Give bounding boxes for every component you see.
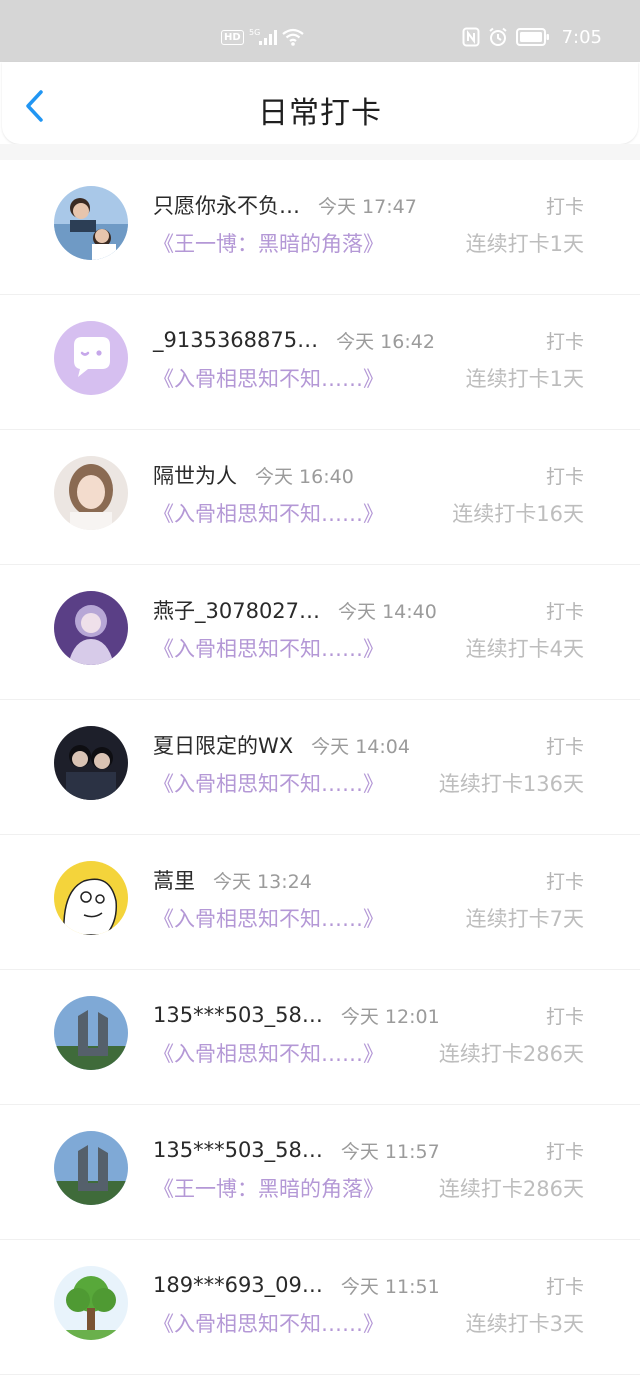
checkin-time: 今天 11:57	[340, 1140, 440, 1163]
user-name[interactable]: _9135368875…	[153, 328, 318, 352]
user-name[interactable]: 燕子_3078027…	[153, 595, 320, 625]
user-avatar[interactable]	[54, 456, 128, 530]
checkin-time: 今天 12:01	[340, 1005, 440, 1028]
streak-count: 连续打卡1天	[465, 232, 584, 256]
checkin-label: 打卡	[545, 600, 584, 623]
streak-count: 连续打卡3天	[465, 1312, 584, 1336]
user-avatar[interactable]	[54, 186, 128, 260]
book-title-link[interactable]: 《入骨相思知不知……》	[153, 633, 384, 663]
user-avatar[interactable]	[54, 726, 128, 800]
user-name[interactable]: 135***503_58…	[153, 1003, 323, 1027]
list-item[interactable]: _9135368875… 今天 16:42 打卡 《入骨相思知不知……》 连续打…	[0, 295, 640, 430]
list-item[interactable]: 隔世为人 今天 16:40 打卡 《入骨相思知不知……》 连续打卡16天	[0, 430, 640, 565]
header-divider	[0, 144, 640, 160]
checkin-time: 今天 13:24	[213, 870, 312, 893]
network-type-label: 5G	[249, 28, 260, 37]
list-item[interactable]: 189***693_09… 今天 11:51 打卡 《入骨相思知不知……》 连续…	[0, 1240, 640, 1375]
user-avatar[interactable]	[54, 1131, 128, 1205]
nfc-icon	[462, 27, 480, 47]
checkin-time: 今天 14:40	[338, 600, 437, 623]
checkin-label: 打卡	[545, 195, 584, 218]
checkin-time: 今天 16:42	[336, 330, 435, 353]
checkin-list[interactable]: 只愿你永不负… 今天 17:47 打卡 《王一博：黑暗的角落》 连续打卡1天 _…	[0, 160, 640, 1375]
list-item[interactable]: 只愿你永不负… 今天 17:47 打卡 《王一博：黑暗的角落》 连续打卡1天	[0, 160, 640, 295]
status-icons: 7:05	[462, 26, 602, 48]
user-avatar[interactable]	[54, 591, 128, 665]
user-name[interactable]: 隔世为人	[153, 460, 237, 490]
battery-icon	[515, 28, 549, 46]
book-title-link[interactable]: 《入骨相思知不知……》	[153, 1308, 384, 1338]
checkin-label: 打卡	[545, 1140, 584, 1163]
book-title-link[interactable]: 《王一博：黑暗的角落》	[153, 1173, 384, 1203]
signal-icon: 5G	[249, 28, 277, 45]
user-name[interactable]: 夏日限定的WX	[153, 730, 293, 760]
user-avatar[interactable]	[54, 996, 128, 1070]
hd-badge: HD	[221, 29, 244, 45]
user-avatar[interactable]	[54, 321, 128, 395]
streak-count: 连续打卡7天	[465, 907, 584, 931]
user-name[interactable]: 蒿里	[153, 865, 195, 895]
user-avatar[interactable]	[54, 861, 128, 935]
wifi-icon	[281, 28, 304, 46]
status-bar: HD 5G 7:05	[0, 0, 640, 62]
book-title-link[interactable]: 《入骨相思知不知……》	[153, 768, 384, 798]
user-name[interactable]: 135***503_58…	[153, 1138, 323, 1162]
list-item[interactable]: 135***503_58… 今天 12:01 打卡 《入骨相思知不知……》 连续…	[0, 970, 640, 1105]
book-title-link[interactable]: 《入骨相思知不知……》	[153, 903, 384, 933]
list-item[interactable]: 蒿里 今天 13:24 打卡 《入骨相思知不知……》 连续打卡7天	[0, 835, 640, 970]
checkin-time: 今天 11:51	[340, 1275, 440, 1298]
checkin-label: 打卡	[545, 330, 584, 353]
checkin-label: 打卡	[545, 1275, 584, 1298]
streak-count: 连续打卡1天	[465, 367, 584, 391]
list-item[interactable]: 燕子_3078027… 今天 14:40 打卡 《入骨相思知不知……》 连续打卡…	[0, 565, 640, 700]
checkin-time: 今天 17:47	[318, 195, 417, 218]
book-title-link[interactable]: 《入骨相思知不知……》	[153, 363, 384, 393]
clock: 7:05	[561, 26, 602, 48]
user-name[interactable]: 只愿你永不负…	[153, 190, 300, 220]
alarm-icon	[488, 27, 507, 46]
network-indicators: HD 5G	[221, 27, 304, 47]
checkin-time: 今天 16:40	[255, 465, 354, 488]
streak-count: 连续打卡136天	[438, 772, 584, 796]
book-title-link[interactable]: 《入骨相思知不知……》	[153, 498, 384, 528]
streak-count: 连续打卡286天	[438, 1042, 584, 1066]
checkin-label: 打卡	[545, 1005, 584, 1028]
streak-count: 连续打卡4天	[465, 637, 584, 661]
book-title-link[interactable]: 《王一博：黑暗的角落》	[153, 228, 384, 258]
user-name[interactable]: 189***693_09…	[153, 1273, 323, 1297]
streak-count: 连续打卡286天	[438, 1177, 584, 1201]
page-title: 日常打卡	[258, 96, 382, 131]
checkin-label: 打卡	[545, 465, 584, 488]
streak-count: 连续打卡16天	[452, 502, 584, 526]
checkin-label: 打卡	[545, 735, 584, 758]
checkin-label: 打卡	[545, 870, 584, 893]
checkin-time: 今天 14:04	[311, 735, 410, 758]
header: 日常打卡	[2, 62, 638, 144]
user-avatar[interactable]	[54, 1266, 128, 1340]
book-title-link[interactable]: 《入骨相思知不知……》	[153, 1038, 384, 1068]
list-item[interactable]: 夏日限定的WX 今天 14:04 打卡 《入骨相思知不知……》 连续打卡136天	[0, 700, 640, 835]
list-item[interactable]: 135***503_58… 今天 11:57 打卡 《王一博：黑暗的角落》 连续…	[0, 1105, 640, 1240]
